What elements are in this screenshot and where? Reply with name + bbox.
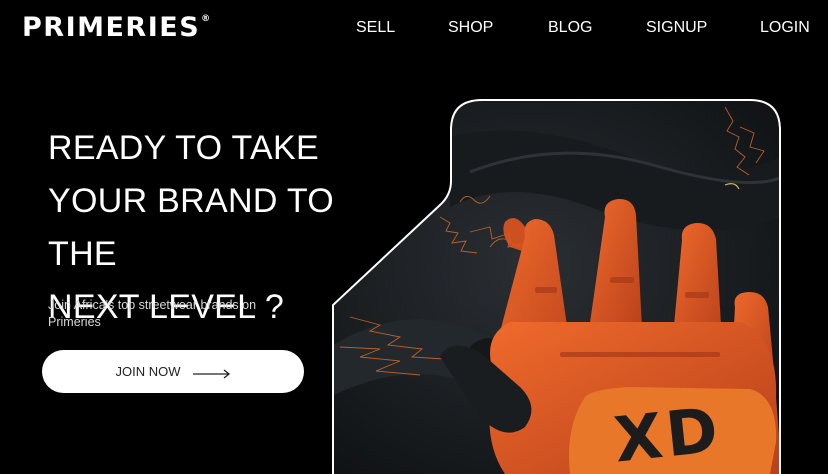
glove-print-text: XD (611, 393, 725, 474)
nav-shop-link[interactable]: SHOP (448, 18, 493, 38)
nav-login-link[interactable]: LOGIN (760, 18, 810, 38)
join-now-button[interactable]: JOIN NOW (42, 350, 304, 393)
main-nav: SELL SHOP BLOG SIGNUP LOGIN (0, 18, 828, 38)
nav-signup-link[interactable]: SIGNUP (646, 18, 707, 38)
join-now-label: JOIN NOW (115, 364, 181, 379)
hero-image: XD (330, 97, 782, 474)
nav-sell-link[interactable]: SELL (356, 18, 395, 38)
long-arrow-right-icon (192, 367, 231, 379)
nav-blog-link[interactable]: BLOG (548, 18, 592, 38)
hero-subtext: Join Africa's top streetwear brands on P… (48, 298, 257, 329)
